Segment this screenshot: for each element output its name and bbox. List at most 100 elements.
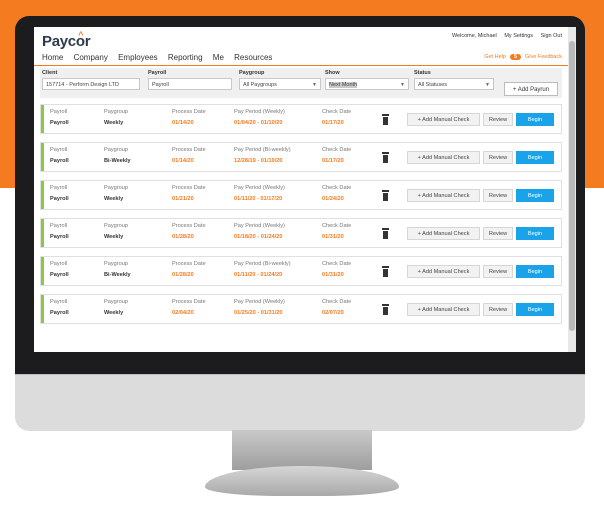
nav-reporting[interactable]: Reporting (168, 53, 203, 62)
add-manual-check-button[interactable]: + Add Manual Check (407, 303, 480, 316)
nav-employees[interactable]: Employees (118, 53, 158, 62)
payroll-header: Payroll (50, 185, 68, 191)
payrun-row: Payroll Payroll Paygroup Bi-Weekly Process D… (40, 142, 562, 172)
trash-icon[interactable] (382, 190, 389, 201)
paygroup-select[interactable]: All Paygroups ▼ (239, 78, 321, 90)
process-date-value: 01/28/20 (172, 234, 194, 240)
my-settings-link[interactable]: My Settings (504, 33, 533, 39)
status-indicator (41, 143, 44, 171)
add-manual-check-button[interactable]: + Add Manual Check (407, 151, 480, 164)
process-date-header: Process Date (172, 261, 206, 267)
process-date-header: Process Date (172, 109, 206, 115)
process-date-value: 01/14/20 (172, 158, 194, 164)
nav-home[interactable]: Home (42, 53, 63, 62)
check-date-value: 01/31/20 (322, 234, 344, 240)
show-filter: Show Next Month ▼ (325, 70, 409, 90)
give-feedback-link[interactable]: Give Feedback (525, 54, 562, 60)
scrollbar[interactable] (568, 27, 576, 352)
check-date-header: Check Date (322, 185, 352, 191)
trash-icon[interactable] (382, 114, 389, 125)
status-filter: Status All Statuses ▼ (414, 70, 494, 90)
trash-icon[interactable] (382, 304, 389, 315)
check-date-value: 01/17/20 (322, 120, 344, 126)
payroll-header: Payroll (50, 223, 68, 229)
chevron-down-icon: ▼ (485, 82, 490, 88)
pay-period-header: Pay Period (Weekly) (234, 185, 285, 191)
process-date-header: Process Date (172, 223, 206, 229)
check-date-header: Check Date (322, 109, 352, 115)
check-date-header: Check Date (322, 223, 352, 229)
status-label: Status (414, 70, 431, 76)
trash-icon[interactable] (382, 228, 389, 239)
process-date-value: 01/14/20 (172, 120, 194, 126)
help-area: Get Help 5 Give Feedback (484, 54, 562, 60)
add-manual-check-button[interactable]: + Add Manual Check (407, 189, 480, 202)
review-button[interactable]: Review (483, 189, 513, 202)
help-count-badge[interactable]: 5 (509, 54, 521, 60)
status-indicator (41, 105, 44, 133)
add-manual-check-button[interactable]: + Add Manual Check (407, 227, 480, 240)
paygroup-value: All Paygroups (243, 82, 277, 88)
filter-bar: Client 157714 - Perform Design LTD Payro… (40, 68, 562, 98)
trash-icon[interactable] (382, 152, 389, 163)
monitor-stand-neck (232, 430, 372, 470)
review-button[interactable]: Review (483, 113, 513, 126)
check-date-header: Check Date (322, 299, 352, 305)
paygroup-value: Weekly (104, 310, 124, 316)
get-help-link[interactable]: Get Help (484, 54, 506, 60)
paygroup-header: Paygroup (104, 109, 128, 115)
paygroup-value: Bi-Weekly (104, 158, 131, 164)
begin-button[interactable]: Begin (516, 303, 554, 316)
begin-button[interactable]: Begin (516, 227, 554, 240)
nav-me[interactable]: Me (213, 53, 224, 62)
payroll-field[interactable]: Payroll (148, 78, 232, 90)
review-button[interactable]: Review (483, 303, 513, 316)
status-value: All Statuses (418, 82, 448, 88)
begin-button[interactable]: Begin (516, 265, 554, 278)
paygroup-header: Paygroup (104, 147, 128, 153)
payroll-header: Payroll (50, 299, 68, 305)
check-date-value: 01/24/20 (322, 196, 344, 202)
paygroup-value: Weekly (104, 120, 124, 126)
process-date-value: 02/04/20 (172, 310, 194, 316)
show-select[interactable]: Next Month ▼ (325, 78, 409, 90)
pay-period-value: 01/11/20 - 01/17/20 (234, 196, 283, 202)
scrollbar-thumb[interactable] (569, 41, 575, 331)
begin-button[interactable]: Begin (516, 151, 554, 164)
add-payrun-button[interactable]: + Add Payrun (504, 82, 558, 96)
begin-button[interactable]: Begin (516, 113, 554, 126)
add-manual-check-button[interactable]: + Add Manual Check (407, 113, 480, 126)
review-button[interactable]: Review (483, 151, 513, 164)
chevron-down-icon: ▼ (400, 82, 405, 88)
status-select[interactable]: All Statuses ▼ (414, 78, 494, 90)
process-date-value: 01/28/20 (172, 272, 194, 278)
review-button[interactable]: Review (483, 227, 513, 240)
payroll-value: Payroll (50, 234, 69, 240)
payroll-value: Payroll (50, 272, 69, 278)
check-date-value: 01/17/20 (322, 158, 344, 164)
paycor-logo[interactable]: Paycor^ (42, 30, 95, 50)
payroll-value: Payroll (50, 158, 69, 164)
begin-button[interactable]: Begin (516, 189, 554, 202)
paygroup-filter: Paygroup All Paygroups ▼ (239, 70, 321, 90)
logo-mark-icon: ^ (78, 30, 84, 40)
paygroup-header: Paygroup (104, 185, 128, 191)
sign-out-link[interactable]: Sign Out (541, 33, 562, 39)
pay-period-header: Pay Period (Bi-weekly) (234, 147, 291, 153)
add-manual-check-button[interactable]: + Add Manual Check (407, 265, 480, 278)
nav-company[interactable]: Company (74, 53, 108, 62)
review-button[interactable]: Review (483, 265, 513, 278)
show-label: Show (325, 70, 340, 76)
nav-resources[interactable]: Resources (234, 53, 272, 62)
client-field[interactable]: 157714 - Perform Design LTD (42, 78, 140, 90)
payroll-value: Payroll (50, 120, 69, 126)
pay-period-header: Pay Period (Weekly) (234, 223, 285, 229)
payroll-header: Payroll (50, 109, 68, 115)
payroll-value: Payroll (50, 196, 69, 202)
trash-icon[interactable] (382, 266, 389, 277)
check-date-value: 01/31/20 (322, 272, 344, 278)
status-indicator (41, 219, 44, 247)
paygroup-value: Bi-Weekly (104, 272, 131, 278)
pay-period-header: Pay Period (Bi-weekly) (234, 261, 291, 267)
payroll-label: Payroll (148, 70, 167, 76)
